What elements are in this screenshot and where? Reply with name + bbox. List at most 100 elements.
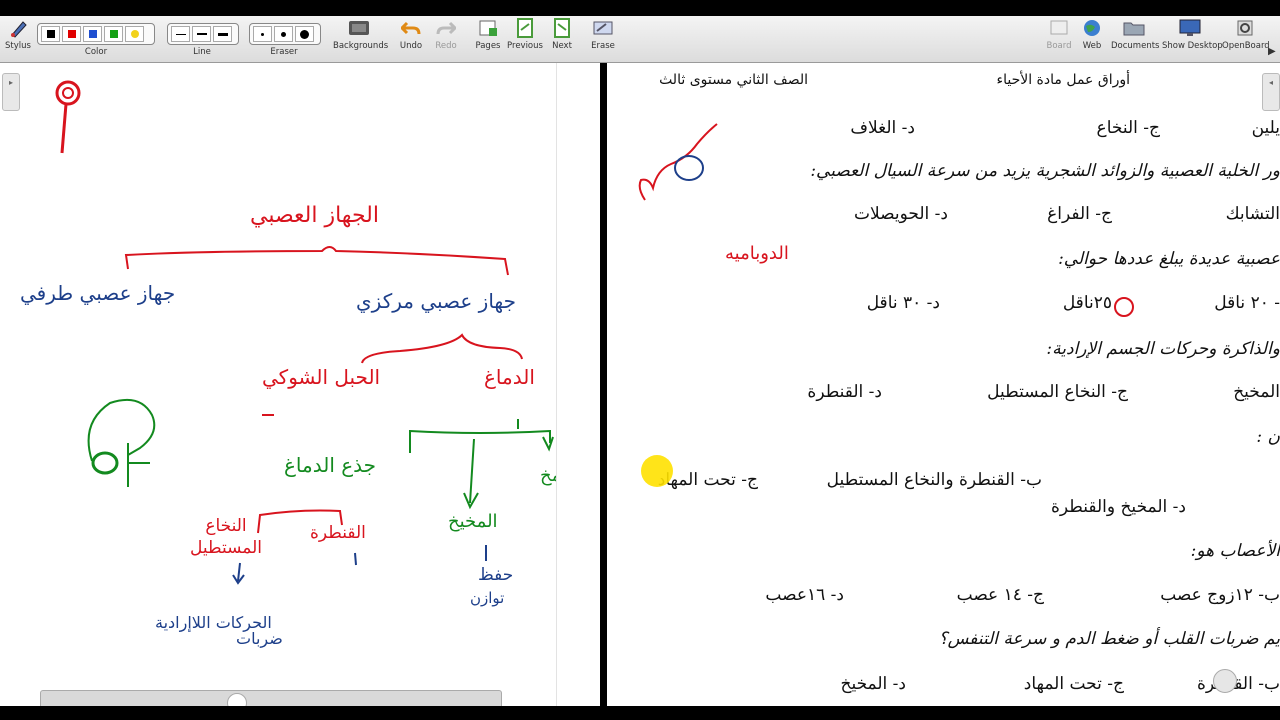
red-annotation-dopamine: الدوباميه xyxy=(725,243,789,264)
eraser-large-option[interactable] xyxy=(295,26,314,42)
cerebellum-role-1: حفظ xyxy=(478,565,514,585)
globe-icon xyxy=(1081,18,1103,38)
more-arrow-icon[interactable]: ▶ xyxy=(1268,46,1276,57)
row1-option-c: ج- النخاع xyxy=(1096,118,1160,138)
right-side-tab[interactable]: ◂ xyxy=(1262,73,1280,111)
row6-option-c: ج- ١٤ عصب xyxy=(956,585,1044,605)
question-6-text: الأعصاب هو: xyxy=(1190,541,1280,561)
web-button[interactable]: Web xyxy=(1078,18,1106,51)
stylus-icon xyxy=(7,18,29,38)
documents-button[interactable]: Documents xyxy=(1111,18,1160,51)
row7-option-c: ج- تحت المهاد xyxy=(1023,674,1124,694)
row6-option-d: د- ١٦عصب xyxy=(765,585,844,605)
question-3-text: عصبية عديدة يبلغ عددها حوالي: xyxy=(1058,249,1280,269)
top-black-strip xyxy=(0,0,1280,16)
spinal-cord-label: الحبل الشوكي xyxy=(262,365,381,389)
row1-option-a: يلين xyxy=(1251,118,1280,138)
color-palette xyxy=(37,23,155,45)
next-page-icon xyxy=(551,18,573,38)
handwritten-red-scribble xyxy=(638,123,718,201)
row5-option-b: ب- القنطرة والنخاع المستطيل xyxy=(826,470,1042,490)
document-page[interactable]: أوراق عمل مادة الأحياء الصف الثاني مستوى… xyxy=(607,63,1280,713)
documents-label: Documents xyxy=(1111,41,1160,51)
pons-label: القنطرة xyxy=(310,523,366,543)
row3-option-d: د- ٣٠ ناقل xyxy=(866,293,940,313)
question-5-text: ن : xyxy=(1256,427,1280,447)
question-7-text: يم ضربات القلب أو ضغط الدم و سرعة التنفس… xyxy=(938,629,1280,649)
color-swatch-blue[interactable] xyxy=(83,26,102,42)
color-swatch-black[interactable] xyxy=(41,26,60,42)
row4-option-c: ج- النخاع المستطيل xyxy=(987,382,1128,402)
line-label: Line xyxy=(193,47,211,57)
row3-option-a: - ٢٠ ناقل xyxy=(1214,293,1280,313)
whiteboard-canvas[interactable]: ▸ الجهاز العصبي جهاز عصبي طرفي جهاز عصبي… xyxy=(0,63,600,713)
next-label: Next xyxy=(552,41,572,51)
collapse-arrow-icon: ◂ xyxy=(1268,78,1273,87)
show-desktop-button[interactable]: Show Desktop xyxy=(1162,18,1223,51)
color-label: Color xyxy=(84,47,108,57)
openboard-label: OpenBoard xyxy=(1222,41,1270,51)
previous-page-icon xyxy=(514,18,536,38)
previous-label: Previous xyxy=(507,41,543,51)
cerebellum-role-2: توازن xyxy=(470,589,505,607)
row6-option-b: ب- ١٢زوج عصب xyxy=(1160,585,1280,605)
stylus-tool[interactable]: Stylus xyxy=(4,18,32,51)
row2-option-a: التشابك xyxy=(1225,204,1280,224)
color-swatch-yellow[interactable] xyxy=(125,26,144,42)
panel-divider xyxy=(600,63,607,713)
question-2-text: ور الخلية العصبية والزوائد الشجرية يزيد … xyxy=(810,161,1280,181)
line-thin-option[interactable] xyxy=(171,26,190,42)
central-label: جهاز عصبي مركزي xyxy=(356,289,516,313)
backgrounds-label: Backgrounds xyxy=(333,41,389,51)
doc-header-grade: الصف الثاني مستوى ثالث xyxy=(659,72,808,88)
previous-button[interactable]: Previous xyxy=(507,18,543,51)
gear-icon xyxy=(1234,18,1256,38)
backgrounds-button[interactable]: Backgrounds xyxy=(333,18,389,51)
line-medium-option[interactable] xyxy=(192,26,211,42)
pages-button[interactable]: Pages xyxy=(474,18,502,51)
board-button[interactable]: Board xyxy=(1045,18,1073,51)
brain-label: الدماغ xyxy=(484,365,535,389)
pointer-highlight xyxy=(641,455,673,487)
line-width-group xyxy=(167,23,239,45)
undo-button[interactable]: Undo xyxy=(397,18,425,51)
color-swatch-green[interactable] xyxy=(104,26,123,42)
openboard-menu-button[interactable]: OpenBoard xyxy=(1222,18,1270,51)
medulla-label: النخاع المستطيل xyxy=(190,516,262,558)
answer-circle-mark xyxy=(1114,297,1134,317)
question-4-text: والذاكرة وحركات الجسم الإرادية: xyxy=(1046,339,1280,359)
doc-header-subject: أوراق عمل مادة الأحياء xyxy=(996,72,1131,88)
line-thick-option[interactable] xyxy=(213,26,232,42)
eraser-label: Eraser xyxy=(270,47,298,57)
eraser-medium-option[interactable] xyxy=(274,26,293,42)
backgrounds-icon xyxy=(348,18,370,38)
row1-option-d: د- الغلاف xyxy=(850,118,915,138)
color-swatch-red[interactable] xyxy=(62,26,81,42)
row2-option-c: ج- الفراغ xyxy=(1047,204,1112,224)
brainstem-label: جذع الدماغ xyxy=(284,453,377,477)
page-nav-round-button[interactable] xyxy=(1213,669,1237,693)
peripheral-label: جهاز عصبي طرفي xyxy=(20,281,176,305)
undo-icon xyxy=(400,18,422,38)
folder-icon xyxy=(1123,18,1145,38)
row7-option-d: د- المخيخ xyxy=(840,674,906,694)
erase-label: Erase xyxy=(591,41,615,51)
board-label: Board xyxy=(1046,41,1072,51)
eraser-small-option[interactable] xyxy=(253,26,272,42)
redo-label: Redo xyxy=(435,41,457,51)
cerebellum-label: المخيخ xyxy=(448,511,498,532)
erase-button[interactable]: Erase xyxy=(589,18,617,51)
row2-option-d: د- الحويصلات xyxy=(854,204,948,224)
row4-option-a: المخيخ xyxy=(1233,382,1280,402)
web-label: Web xyxy=(1082,41,1102,51)
next-button[interactable]: Next xyxy=(548,18,576,51)
left-panel-margin xyxy=(556,63,601,713)
redo-button[interactable]: Redo xyxy=(432,18,460,51)
erase-icon xyxy=(592,18,614,38)
show-desktop-label: Show Desktop xyxy=(1162,41,1223,51)
medulla-role-2: ضربات xyxy=(236,629,283,648)
openboard-toolbar: Stylus Color Line Eraser Backgrounds Und… xyxy=(0,16,1280,63)
redo-icon xyxy=(435,18,457,38)
stylus-label: Stylus xyxy=(5,41,31,51)
row3-option-c: ٢٥ناقل xyxy=(1062,293,1112,313)
